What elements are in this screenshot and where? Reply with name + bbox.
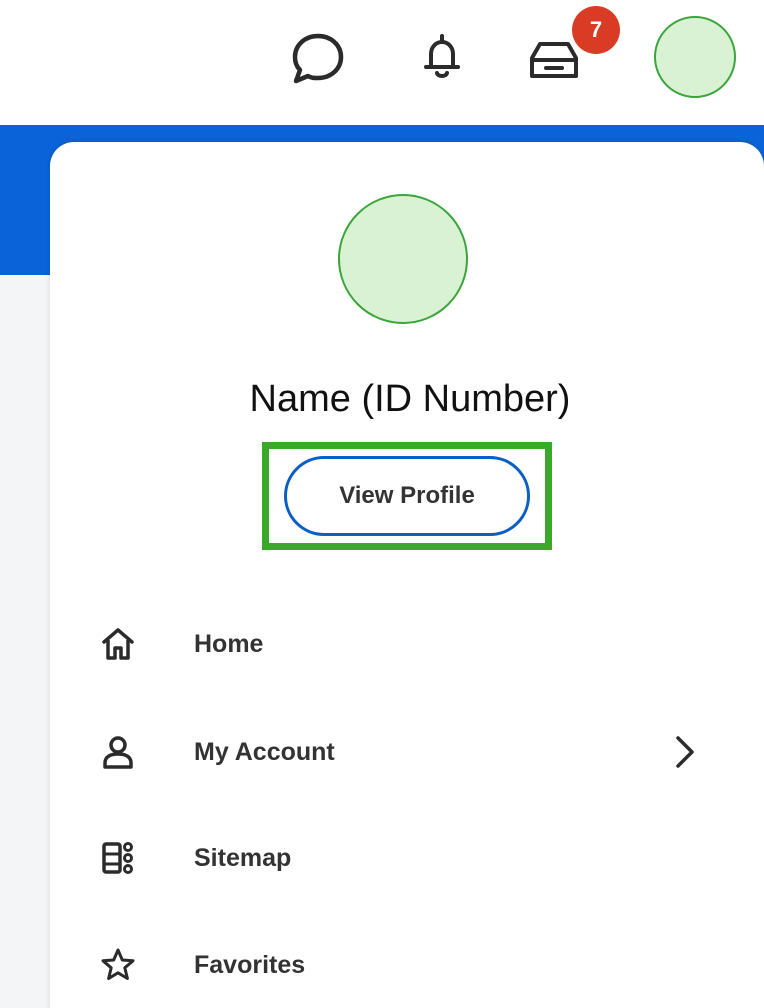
- menu-item-my-account[interactable]: My Account: [100, 722, 720, 782]
- menu-item-sitemap[interactable]: Sitemap: [100, 828, 720, 888]
- chat-bubble-icon[interactable]: [290, 30, 346, 86]
- star-icon: [100, 947, 136, 983]
- person-icon: [100, 734, 136, 770]
- page-background: [0, 275, 50, 1008]
- menu-item-label: Home: [194, 629, 264, 658]
- menu-item-home[interactable]: Home: [100, 614, 720, 674]
- inbox-badge: 7: [572, 6, 620, 54]
- view-profile-button[interactable]: View Profile: [284, 456, 530, 536]
- menu-item-favorites[interactable]: Favorites: [100, 935, 720, 995]
- bell-icon[interactable]: [422, 32, 462, 82]
- menu-item-label: Favorites: [194, 950, 306, 979]
- menu-item-label: My Account: [194, 737, 335, 766]
- sitemap-icon: [100, 840, 136, 876]
- chevron-right-icon[interactable]: [670, 734, 700, 770]
- profile-name: Name (ID Number): [249, 378, 571, 420]
- avatar[interactable]: [654, 16, 736, 98]
- menu-item-label: Sitemap: [194, 843, 292, 872]
- profile-avatar: [338, 194, 468, 324]
- home-icon: [100, 626, 136, 662]
- top-bar: 7: [0, 0, 764, 125]
